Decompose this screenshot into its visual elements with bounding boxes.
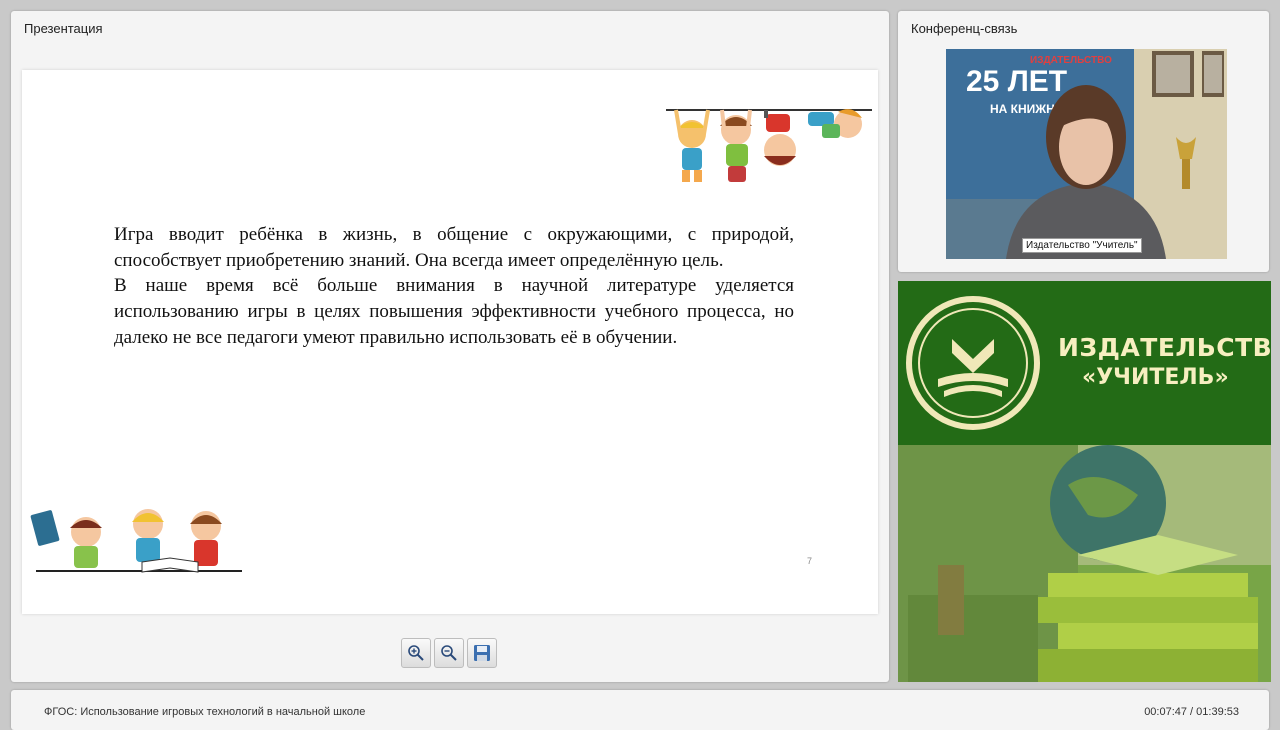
speaker-name-label: Издательство "Учитель" xyxy=(1022,238,1142,253)
slide-paragraph-1: Игра вводит ребёнка в жизнь, в общение с… xyxy=(114,224,794,271)
speaker-video-frame: ИЗДАТЕЛЬСТВО 25 ЛЕТ НА КНИЖНОМ xyxy=(946,49,1227,259)
kids-hanging-illustration xyxy=(666,109,872,182)
slide-text: Игра вводит ребёнка в жизнь, в общение с… xyxy=(114,222,794,351)
presentation-title: Презентация xyxy=(24,21,103,36)
publisher-banner: ИЗДАТЕЛЬСТВО «УЧИТЕЛЬ» xyxy=(898,281,1271,682)
conference-title: Конференц-связь xyxy=(911,21,1018,36)
books-globe-image xyxy=(898,445,1271,682)
banner-books-image xyxy=(898,445,1271,682)
banner-title: ИЗДАТЕЛЬСТВО xyxy=(1058,333,1271,362)
zoom-out-icon xyxy=(441,645,457,661)
conference-panel: Конференц-связь ИЗДАТЕЛЬСТВО 25 ЛЕТ НА К… xyxy=(898,11,1269,272)
banner-subtitle: «УЧИТЕЛЬ» xyxy=(1082,365,1229,390)
zoom-in-button[interactable] xyxy=(401,638,431,668)
publisher-logo-icon xyxy=(906,296,1040,430)
slide-paragraph-2: В наше время всё больше внимания в научн… xyxy=(114,275,794,348)
slide-page-number: 7 xyxy=(807,556,813,566)
banner-logo-section: ИЗДАТЕЛЬСТВО «УЧИТЕЛЬ» xyxy=(898,281,1271,445)
poster-line-2: 25 ЛЕТ xyxy=(966,65,1067,98)
presentation-panel: Презентация Игра вводит ребёнка в жизнь,… xyxy=(11,11,889,682)
save-icon xyxy=(474,645,490,661)
zoom-out-button[interactable] xyxy=(434,638,464,668)
save-button[interactable] xyxy=(467,638,497,668)
playback-time: 00:07:47 / 01:39:53 xyxy=(1144,706,1239,718)
webcam-video[interactable]: ИЗДАТЕЛЬСТВО 25 ЛЕТ НА КНИЖНОМ Издательс… xyxy=(946,49,1227,259)
course-title: ФГОС: Использование игровых технологий в… xyxy=(44,706,366,718)
footer-bar: ФГОС: Использование игровых технологий в… xyxy=(11,690,1269,730)
zoom-in-icon xyxy=(408,645,424,661)
kids-reading-illustration xyxy=(30,509,242,573)
slide: Игра вводит ребёнка в жизнь, в общение с… xyxy=(22,70,878,614)
